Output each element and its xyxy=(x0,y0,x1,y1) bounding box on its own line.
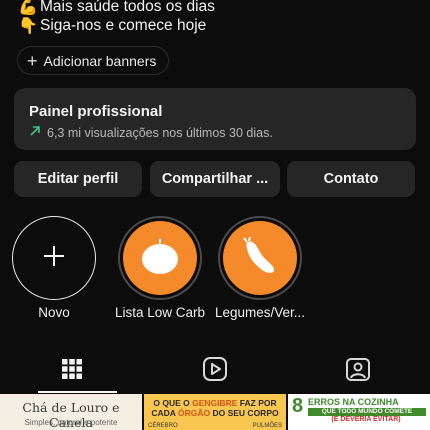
tab-reels[interactable] xyxy=(143,347,286,395)
stats-text: 6,3 mi visualizações nos últimos 30 dias… xyxy=(47,125,273,140)
post-thumbnail[interactable]: O QUE O GENGIBRE FAZ POR CADA ÓRGÃO DO S… xyxy=(144,394,286,430)
zucchini-icon xyxy=(238,234,282,283)
highlight-legumes[interactable]: Legumes/Ver... xyxy=(212,216,308,320)
post-band: QUE TODO MUNDO COMETE xyxy=(308,408,426,416)
post-grid: Chá de Louro e Canela Simples, natural e… xyxy=(0,394,430,430)
reels-icon xyxy=(202,356,228,387)
post-warning: (E DEVERIA EVITAR) xyxy=(331,416,401,423)
professional-dashboard-stats: 6,3 mi visualizações nos últimos 30 dias… xyxy=(29,125,401,140)
professional-dashboard[interactable]: Painel profissional 6,3 mi visualizações… xyxy=(14,88,416,150)
highlight-new-circle[interactable] xyxy=(12,216,96,300)
post-subcaption: Simples, natural e potente xyxy=(24,418,118,427)
profile-tabs xyxy=(0,347,430,395)
add-banners-label: Adicionar banners xyxy=(43,52,157,69)
tab-tagged[interactable] xyxy=(287,347,430,395)
post-caption: O QUE O GENGIBRE FAZ POR CADA ÓRGÃO DO S… xyxy=(151,398,279,418)
bio-line-1: 💪 Mais saúde todos os dias xyxy=(18,0,215,16)
flexed-biceps-icon: 💪 xyxy=(18,0,38,16)
bio: 💪 Mais saúde todos os dias 👇 Siga-nos e … xyxy=(18,0,215,35)
trending-up-icon xyxy=(29,125,41,140)
post-thumbnail[interactable]: Chá de Louro e Canela Simples, natural e… xyxy=(0,394,142,430)
professional-dashboard-title: Painel profissional xyxy=(29,103,163,120)
bio-line-2: 👇 Siga-nos e comece hoje xyxy=(18,16,215,35)
highlight-lowcarb-label: Lista Low Carb xyxy=(114,305,206,320)
tomato-icon xyxy=(139,235,181,282)
grid-icon xyxy=(61,358,83,385)
highlight-lista-low-carb[interactable]: Lista Low Carb xyxy=(112,216,208,320)
tagged-icon xyxy=(345,356,371,387)
tab-grid[interactable] xyxy=(0,347,143,395)
plus-icon: + xyxy=(27,50,38,71)
plus-icon xyxy=(43,243,65,273)
pointing-down-icon: 👇 xyxy=(18,16,38,35)
add-banners-button[interactable]: + Adicionar banners xyxy=(17,46,170,75)
bio-text-1: Mais saúde todos os dias xyxy=(40,0,215,15)
contact-button[interactable]: Contato xyxy=(287,161,415,197)
highlight-legumes-label: Legumes/Ver... xyxy=(214,305,306,320)
highlight-new[interactable]: Novo xyxy=(6,216,102,320)
post-caption: ERROS NA COZINHA xyxy=(308,397,399,407)
highlight-cover[interactable] xyxy=(118,216,202,300)
highlight-new-label: Novo xyxy=(38,305,70,320)
post-labels: CÉREBRO PULMÕES xyxy=(148,423,282,429)
highlight-cover[interactable] xyxy=(218,216,302,300)
post-number: 8 xyxy=(292,395,304,417)
share-profile-button[interactable]: Compartilhar ... xyxy=(150,161,280,197)
bio-text-2: Siga-nos e comece hoje xyxy=(40,17,207,34)
edit-profile-button[interactable]: Editar perfil xyxy=(14,161,142,197)
post-thumbnail[interactable]: 8 ERROS NA COZINHA QUE TODO MUNDO COMETE… xyxy=(288,394,430,430)
